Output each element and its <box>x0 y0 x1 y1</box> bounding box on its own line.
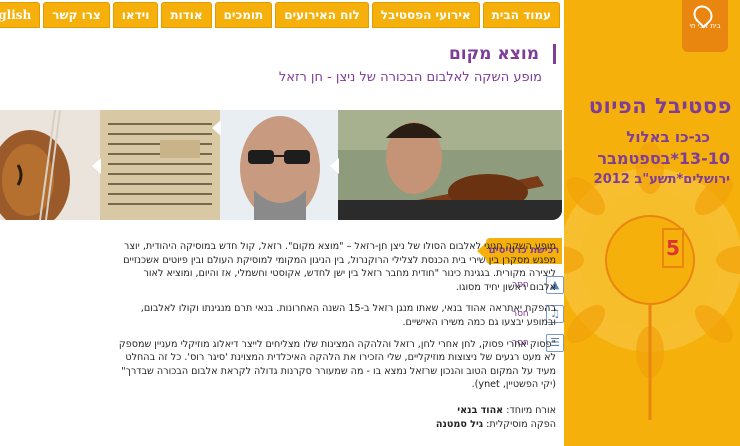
credit-label: הפקה מוסיקלית: <box>486 419 556 430</box>
photo-divider-arrow <box>212 120 221 136</box>
violinist-photo <box>338 110 562 220</box>
nav-home[interactable]: עמוד הבית <box>482 2 560 28</box>
page: עמוד הבית אירועי הפסטיבל לוח האירועים תו… <box>0 0 740 446</box>
nav-supporters[interactable]: תומכים <box>214 2 273 28</box>
festival-hebrew-date: כג-כו באלול <box>626 128 710 146</box>
description-quote: "פסוק אחרי פסוק, לחן אחרי לחן, רזאל והלה… <box>118 338 556 391</box>
photo-divider-arrow <box>330 158 339 174</box>
nav-event-calendar[interactable]: לוח האירועים <box>275 2 369 28</box>
festival-sidebar: בית אבי חי פסטיבל הפיוט כג-כו באלול 13-1… <box>564 0 740 446</box>
credit-line: אורח מיוחד: אהוד בנאי <box>256 404 556 418</box>
festival-gregorian-date: 13-10*בספטמבר <box>597 149 730 168</box>
top-nav: עמוד הבית אירועי הפסטיבל לוח האירועים תו… <box>0 2 560 28</box>
description-paragraph: מופע השקה חגיגי לאלבום הסולו של ניצן חן-… <box>123 241 556 293</box>
photo-strip <box>0 110 562 220</box>
nav-about[interactable]: אודות <box>161 2 212 28</box>
logo-text: בית אבי חי <box>689 22 721 30</box>
fifth-year-badge: 5 <box>662 228 684 268</box>
musician-glasses-photo <box>220 110 338 220</box>
photo-divider-arrow <box>92 158 101 174</box>
nav-video[interactable]: וידאו <box>112 2 159 28</box>
nav-english[interactable]: English <box>0 2 41 28</box>
credit-label: אורח מיוחד: <box>506 405 556 416</box>
beit-avi-chai-logo[interactable]: בית אבי חי <box>682 0 728 52</box>
credits: אורח מיוחד: אהוד בנאי הפקה מוסיקלית: גיל… <box>256 404 556 432</box>
nav-contact[interactable]: צרו קשר <box>43 2 110 28</box>
violin-photo <box>0 110 100 220</box>
page-title: מוצא מקום <box>186 44 556 64</box>
event-description: מופע השקה חגיגי לאלבום הסולו של ניצן חן-… <box>116 240 556 400</box>
credit-line: הפקה מוסיקלית: גיל סמטנה <box>256 418 556 432</box>
credit-value: אהוד בנאי <box>457 405 504 416</box>
description-paragraph: בהפקת יאתראה אהוד בנאי, שאתו מנגן רזאל ב… <box>140 303 556 328</box>
festival-location-year: ירושלים*תשע"ב 2012 <box>593 172 730 187</box>
festival-title: פסטיבל הפיוט <box>588 94 732 118</box>
nav-festival-events[interactable]: אירועי הפסטיבל <box>371 2 480 28</box>
page-heading: מוצא מקום מופע השקה לאלבום הבכורה של ניצ… <box>186 44 556 85</box>
page-subtitle: מופע השקה לאלבום הבכורה של ניצן - חן רזא… <box>278 70 542 85</box>
credit-value: גיל סמטנה <box>435 419 484 430</box>
manuscript-photo <box>100 110 220 220</box>
